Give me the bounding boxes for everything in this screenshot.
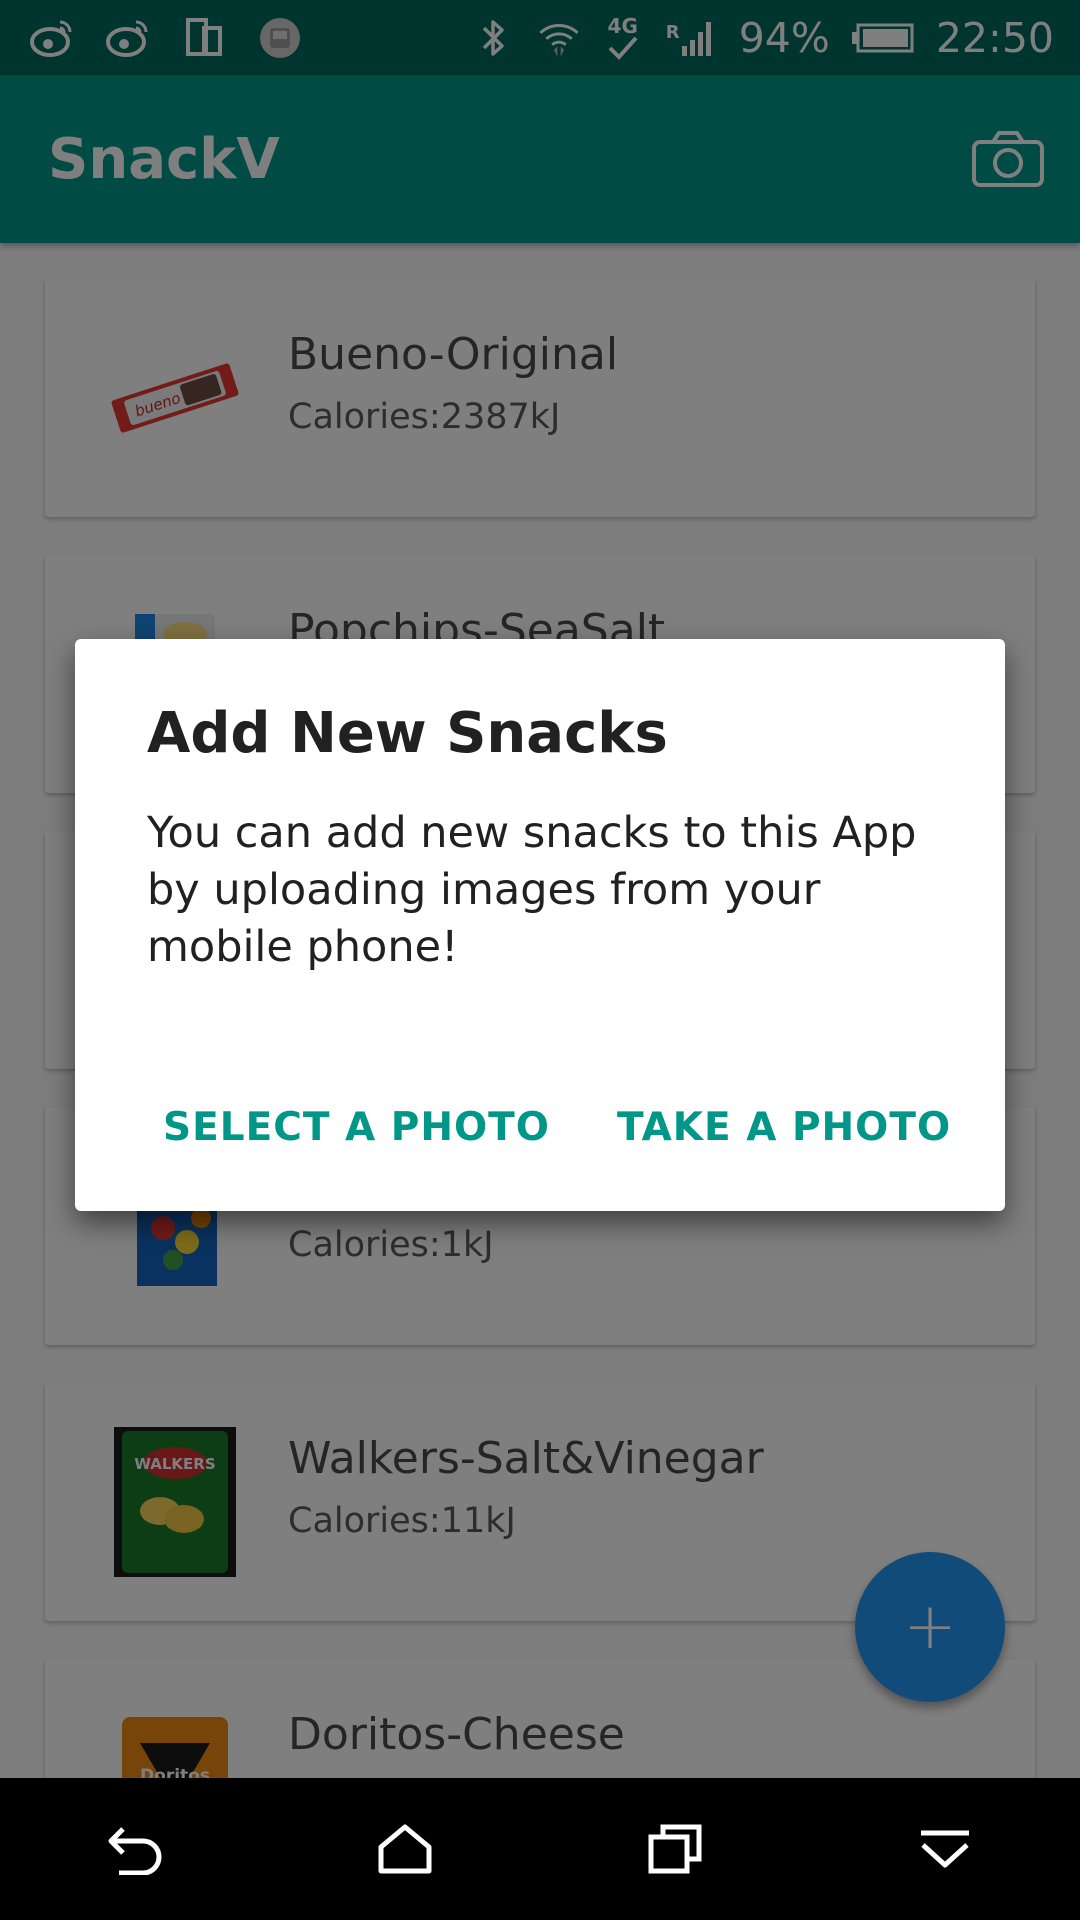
screen: 4G R 94% — [0, 0, 1080, 1920]
dialog-actions: SELECT A PHOTO TAKE A PHOTO — [75, 1087, 1005, 1167]
navigation-bar — [0, 1778, 1080, 1920]
add-snacks-dialog: Add New Snacks You can add new snacks to… — [75, 639, 1005, 1211]
notifications-pulldown-button[interactable] — [900, 1804, 990, 1894]
home-icon — [378, 1824, 432, 1874]
dialog-title: Add New Snacks — [147, 701, 668, 766]
home-button[interactable] — [360, 1804, 450, 1894]
back-button[interactable] — [90, 1804, 180, 1894]
take-photo-button[interactable]: TAKE A PHOTO — [617, 1087, 951, 1167]
dialog-message: You can add new snacks to this App by up… — [147, 808, 917, 972]
recents-button[interactable] — [630, 1804, 720, 1894]
notifications-pulldown-icon — [921, 1830, 969, 1868]
select-photo-button[interactable]: SELECT A PHOTO — [163, 1087, 550, 1167]
back-icon — [108, 1827, 162, 1875]
recents-icon — [648, 1824, 702, 1874]
